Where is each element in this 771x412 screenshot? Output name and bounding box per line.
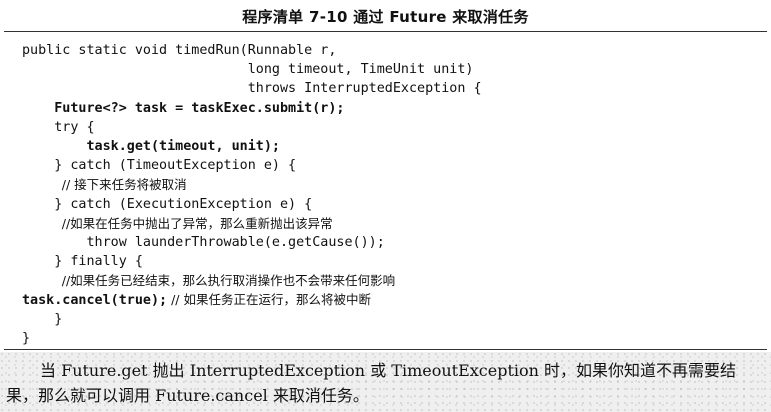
title-divider xyxy=(4,31,767,32)
code-line-4: Future<?> task = taskExec.submit(r); xyxy=(22,100,345,116)
code-line-15: } xyxy=(22,311,63,327)
code-comment-2: //如果在任务中抛出了异常，那么重新抛出该异常 xyxy=(22,215,333,231)
code-comment-3: //如果任务已经结束，那么执行取消操作也不会带来任何影响 xyxy=(22,273,396,289)
code-line-7: } catch (TimeoutException e) { xyxy=(22,158,297,174)
code-line-2: long timeout, TimeUnit unit) xyxy=(22,62,474,78)
code-line-11: throw launderThrowable(e.getCause()); xyxy=(22,234,385,250)
code-line-3: throws InterruptedException { xyxy=(22,81,482,97)
listing-bottom-divider xyxy=(4,349,767,350)
code-listing: public static void timedRun(Runnable r, … xyxy=(22,41,482,348)
code-line-9: } catch (ExecutionException e) { xyxy=(22,196,313,212)
caption-box: 当 Future.get 抛出 InterruptedException 或 T… xyxy=(0,352,771,412)
code-comment-1: // 接下来任务将被取消 xyxy=(22,177,187,193)
code-comment-4: // 如果任务正在运行，那么将被中断 xyxy=(167,292,371,308)
code-line-5: try { xyxy=(22,119,95,135)
code-line-1: public static void timedRun(Runnable r, xyxy=(22,43,337,58)
code-line-6: task.get(timeout, unit); xyxy=(22,138,280,154)
code-cancel-call: task.cancel(true); xyxy=(22,293,168,309)
listing-title: 程序清单 7-10 通过 Future 来取消任务 xyxy=(242,8,529,26)
code-line-14: task.cancel(true); // 如果任务正在运行，那么将被中断 xyxy=(22,290,482,309)
code-line-16: } xyxy=(22,330,31,346)
caption-text: 当 Future.get 抛出 InterruptedException 或 T… xyxy=(6,361,737,405)
code-line-12: } finally { xyxy=(22,254,143,270)
